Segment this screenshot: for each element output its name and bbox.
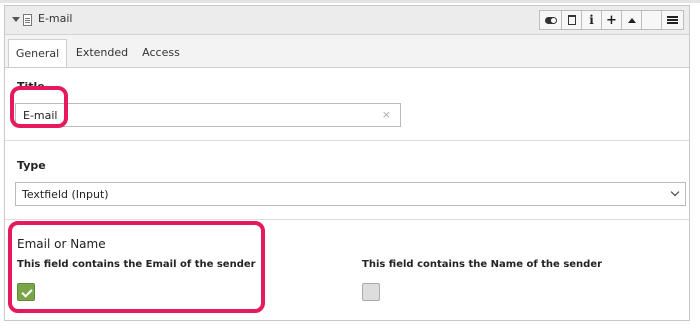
arrow-up-icon bbox=[627, 17, 636, 23]
tab-general[interactable]: General bbox=[8, 39, 67, 67]
title-section: Title E-mail × bbox=[5, 68, 689, 141]
toggle-icon bbox=[544, 16, 557, 24]
tab-bar: General Extended Access bbox=[5, 35, 689, 68]
drag-menu-button[interactable] bbox=[661, 10, 684, 30]
info-button[interactable]: i bbox=[581, 10, 602, 30]
type-label: Type bbox=[17, 159, 46, 172]
panel-header: E-mail i + bbox=[5, 6, 689, 35]
chevron-down-icon bbox=[670, 187, 680, 197]
move-up-button[interactable] bbox=[621, 10, 642, 30]
type-select[interactable]: Textfield (Input) bbox=[15, 182, 686, 206]
add-button[interactable]: + bbox=[601, 10, 622, 30]
title-highlight-outline bbox=[10, 86, 68, 128]
header-toolbar: i + bbox=[539, 10, 684, 30]
empty-button[interactable] bbox=[641, 10, 662, 30]
toggle-visibility-button[interactable] bbox=[539, 10, 562, 30]
name-option-label: This field contains the Name of the send… bbox=[362, 259, 603, 270]
delete-button[interactable] bbox=[561, 10, 582, 30]
plus-icon: + bbox=[606, 12, 617, 28]
tab-access[interactable]: Access bbox=[137, 39, 185, 66]
email-option-highlight-outline bbox=[8, 221, 265, 313]
document-icon bbox=[23, 14, 32, 26]
menu-icon bbox=[667, 19, 678, 21]
type-select-value: Textfield (Input) bbox=[22, 188, 109, 201]
collapse-caret-icon[interactable] bbox=[12, 17, 20, 22]
tab-extended[interactable]: Extended bbox=[71, 39, 133, 66]
info-icon: i bbox=[589, 13, 594, 27]
top-strip bbox=[0, 0, 700, 3]
clear-icon[interactable]: × bbox=[382, 108, 391, 121]
name-checkbox[interactable] bbox=[362, 283, 380, 301]
type-section: Type bbox=[5, 141, 689, 220]
title-input[interactable]: E-mail × bbox=[15, 103, 401, 127]
panel-title: E-mail bbox=[38, 12, 73, 25]
trash-icon bbox=[567, 15, 576, 25]
